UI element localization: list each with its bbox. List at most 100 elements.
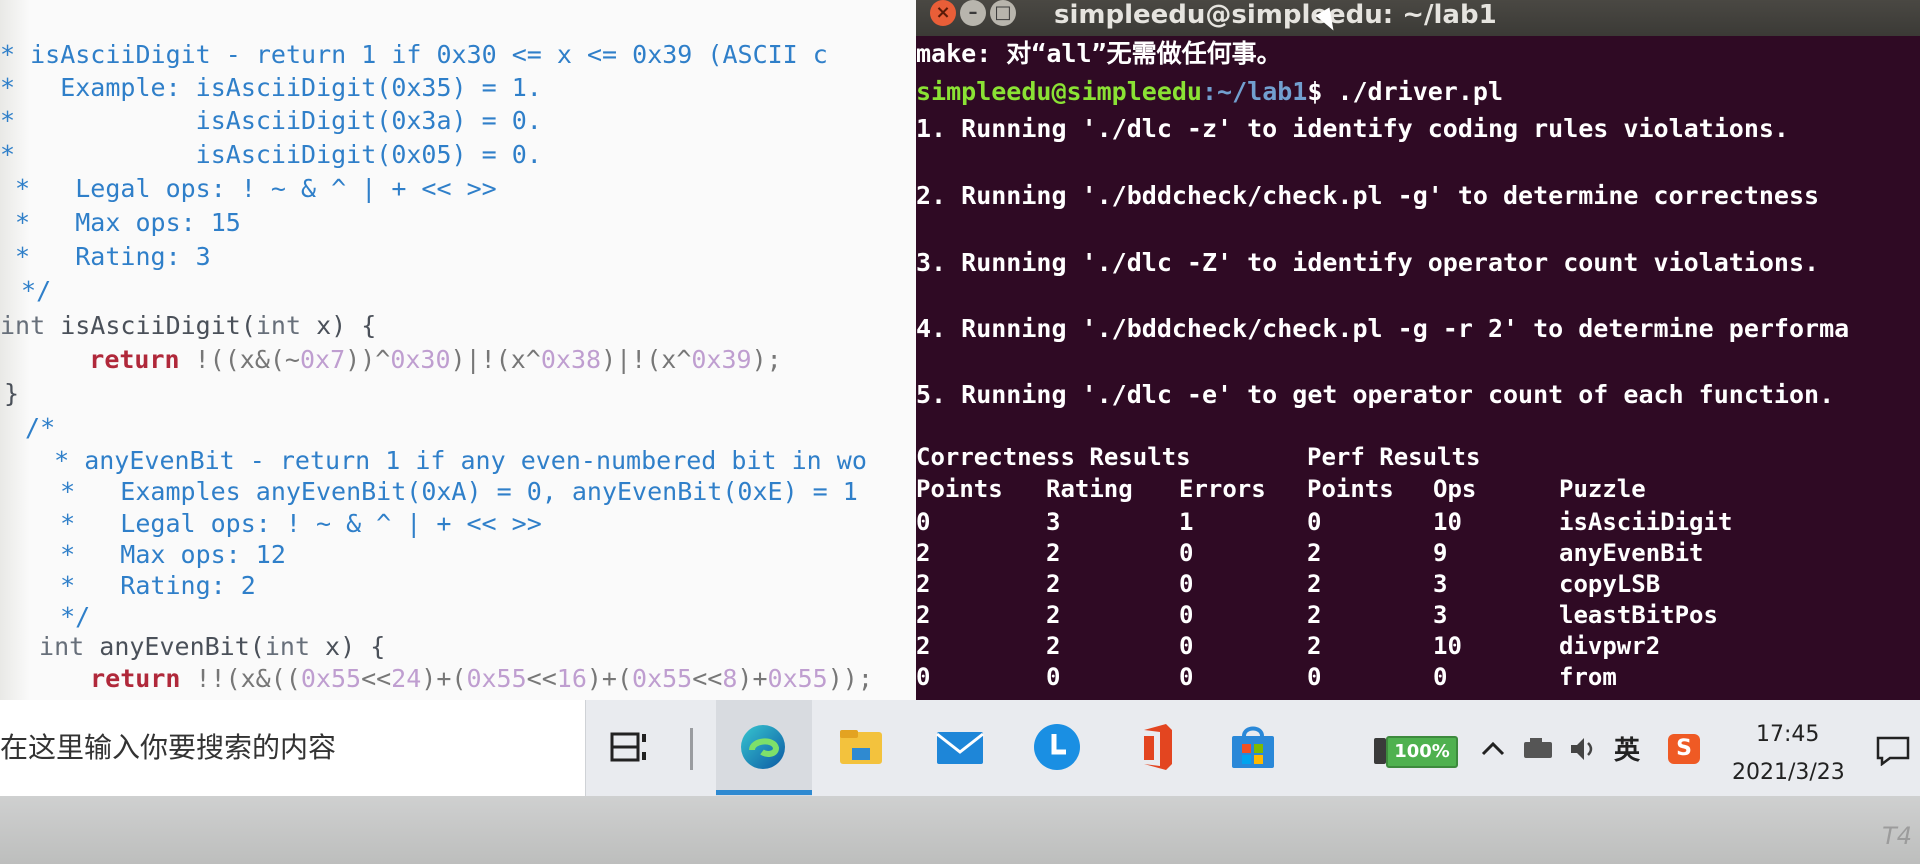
- code-token: 0x55: [300, 664, 362, 693]
- code-token: * isAsciiDigit - return 1 if 0x30 <= x <…: [0, 40, 828, 69]
- code-token: */: [30, 602, 91, 631]
- volume-icon[interactable]: [1568, 734, 1598, 764]
- monitor-bezel: T4: [0, 796, 1920, 864]
- code-token: * Examples anyEvenBit(0xA) = 0, anyEvenB…: [30, 477, 858, 506]
- close-button[interactable]: ×: [930, 0, 956, 26]
- code-token: return: [89, 345, 180, 374]
- code-token: ));: [827, 664, 873, 693]
- taskbar-divider: [690, 728, 693, 770]
- code-token: !((x&(~: [179, 345, 300, 374]
- table-cell: 0: [1179, 539, 1194, 567]
- code-line: * Max ops: 15: [0, 206, 916, 239]
- code-token: * Example: isAsciiDigit(0x35) = 1.: [0, 73, 542, 102]
- code-line: * Legal ops: ! ~ & ^ | + << >>: [30, 507, 916, 540]
- table-cell: 2: [1046, 570, 1061, 598]
- code-line: * isAsciiDigit(0x3a) = 0.: [0, 104, 916, 137]
- table-cell: 1: [1179, 508, 1194, 536]
- task-view-icon[interactable]: [608, 722, 658, 772]
- code-token: int: [255, 311, 302, 340]
- window-title: simpleedu@simpleedu: ~/lab1: [1054, 0, 1497, 30]
- code-line: * isAsciiDigit - return 1 if 0x30 <= x <…: [0, 38, 916, 71]
- table-cell: 2: [1307, 539, 1322, 567]
- puzzle-name-cell: leastBitPos: [1559, 601, 1718, 629]
- code-line: int anyEvenBit(int x) {: [24, 630, 916, 663]
- table-cell: 10: [1433, 632, 1462, 660]
- code-token: )+: [737, 664, 768, 693]
- code-line: * Legal ops: ! ~ & ^ | + << >>: [0, 172, 916, 205]
- table-cell: 0: [916, 663, 931, 691]
- office-icon[interactable]: [1130, 722, 1180, 772]
- terminal-titlebar[interactable]: × – □ simpleedu@simpleedu: ~/lab1: [916, 0, 1920, 36]
- terminal-window[interactable]: × – □ simpleedu@simpleedu: ~/lab1 make: …: [916, 0, 1920, 700]
- table-column-header: Points: [916, 475, 1003, 503]
- code-line: * Example: isAsciiDigit(0x35) = 1.: [0, 71, 916, 104]
- table-cell: 0: [1433, 663, 1448, 691]
- code-line: return !!(x&((0x55<<24)+(0x55<<16)+(0x55…: [60, 662, 916, 695]
- clock-app-icon[interactable]: [1032, 722, 1082, 772]
- code-token: /*: [10, 413, 56, 442]
- step-line: 3. Running './dlc -Z' to identify operat…: [916, 248, 1820, 277]
- code-token: 0x55: [767, 664, 828, 693]
- code-token: 0x39: [691, 345, 752, 374]
- code-token: )+(: [586, 664, 633, 693]
- battery-indicator[interactable]: 100%: [1386, 736, 1458, 768]
- clock-time[interactable]: 17:45: [1756, 722, 1819, 747]
- code-token: !!(x&((: [180, 664, 301, 693]
- code-token: )+(: [421, 664, 467, 693]
- store-icon[interactable]: [1228, 722, 1278, 772]
- code-token: 24: [391, 664, 422, 693]
- chevron-up-icon[interactable]: [1480, 738, 1506, 760]
- table-cell: 2: [1046, 632, 1061, 660]
- code-line: * Examples anyEvenBit(0xA) = 0, anyEvenB…: [30, 475, 916, 508]
- code-line: * isAsciiDigit(0x05) = 0.: [0, 138, 916, 171]
- table-column-header: Puzzle: [1559, 475, 1646, 503]
- network-icon[interactable]: [1522, 736, 1556, 762]
- correctness-header: Correctness Results: [916, 443, 1191, 471]
- puzzle-name-cell: divpwr2: [1559, 632, 1661, 660]
- code-token: 0x38: [540, 345, 602, 374]
- table-column-header: Points: [1307, 475, 1394, 503]
- input-method-icon[interactable]: S: [1668, 734, 1700, 764]
- code-line: /*: [10, 411, 916, 444]
- search-box[interactable]: 在这里输入你要搜索的内容: [0, 700, 586, 796]
- table-cell: 10: [1433, 508, 1462, 536]
- maximize-button[interactable]: □: [990, 0, 1016, 26]
- minimize-button[interactable]: –: [960, 0, 986, 26]
- prompt-path: :~/lab1: [1201, 77, 1308, 106]
- table-cell: 2: [1046, 601, 1061, 629]
- code-line: * Rating: 2: [30, 569, 916, 602]
- edge-icon[interactable]: [738, 722, 788, 772]
- code-token: */: [6, 276, 52, 305]
- table-column-header: Rating: [1046, 475, 1133, 503]
- notification-icon[interactable]: [1876, 736, 1910, 766]
- table-cell: 3: [1433, 570, 1448, 598]
- code-token: )|!(x^: [601, 345, 692, 374]
- search-input[interactable]: 在这里输入你要搜索的内容: [0, 700, 336, 796]
- table-cell: 0: [1046, 663, 1061, 691]
- code-editor[interactable]: * isAsciiDigit - return 1 if 0x30 <= x <…: [0, 0, 916, 700]
- code-line: return !((x&(~0x7))^0x30)|!(x^0x38)|!(x^…: [14, 343, 916, 376]
- mail-icon[interactable]: [935, 722, 985, 772]
- power-plug-icon: [1374, 738, 1386, 764]
- table-cell: 0: [1179, 632, 1194, 660]
- code-token: * isAsciiDigit(0x05) = 0.: [0, 140, 542, 169]
- table-cell: 2: [916, 601, 931, 629]
- code-line: */: [30, 600, 916, 633]
- table-column-header: Errors: [1179, 475, 1266, 503]
- table-cell: 0: [1179, 601, 1194, 629]
- code-token: 8: [722, 664, 738, 693]
- code-token: }: [4, 379, 20, 408]
- file-explorer-icon[interactable]: [836, 722, 886, 772]
- step-line: 4. Running './bddcheck/check.pl -g -r 2'…: [916, 314, 1850, 343]
- make-output: make: 对“all”无需做任何事。: [916, 39, 1282, 68]
- table-cell: 0: [916, 508, 931, 536]
- language-indicator[interactable]: 英: [1614, 730, 1640, 767]
- clock-date[interactable]: 2021/3/23: [1732, 760, 1845, 785]
- table-cell: 0: [1179, 663, 1194, 691]
- code-token: x) {: [310, 632, 386, 661]
- table-cell: 2: [1046, 539, 1061, 567]
- puzzle-name-cell: isAsciiDigit: [1559, 508, 1733, 536]
- code-token: );: [751, 345, 782, 374]
